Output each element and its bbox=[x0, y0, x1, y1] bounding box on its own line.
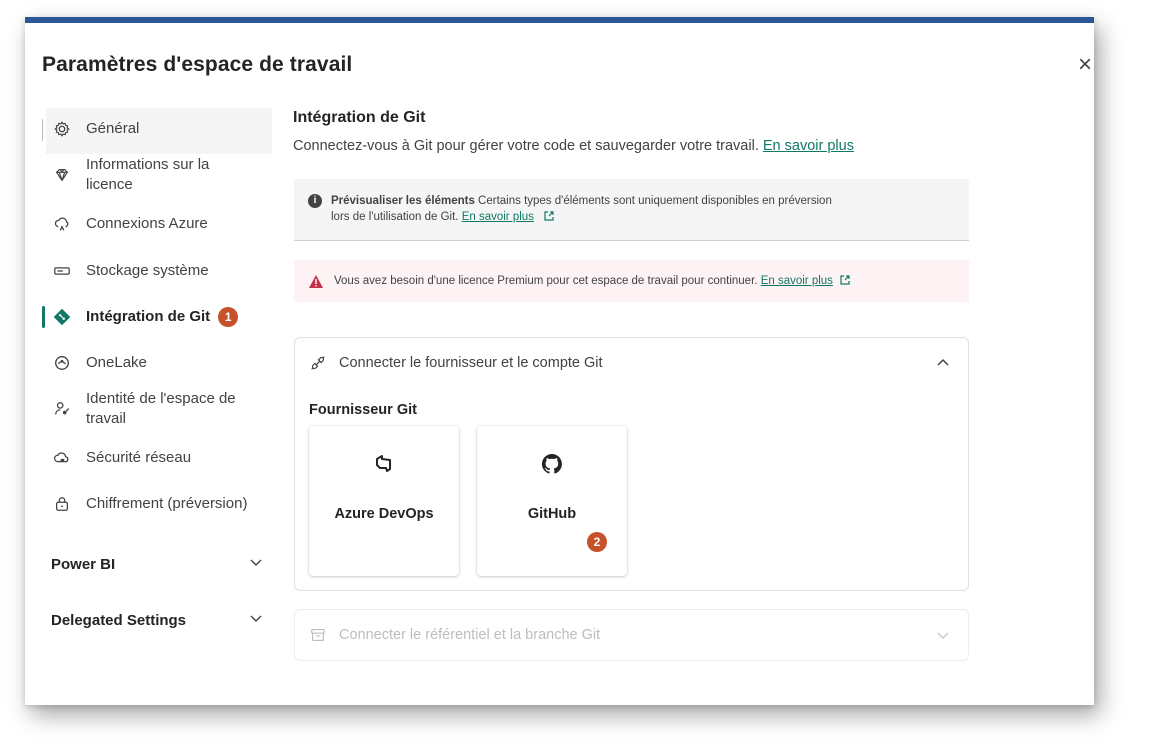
sidebar-item-label: Général bbox=[86, 120, 140, 137]
plug-icon bbox=[309, 354, 327, 372]
sidebar-item-label: Stockage système bbox=[86, 262, 209, 279]
sidebar-item-general[interactable]: Général bbox=[42, 119, 139, 139]
provider-github[interactable]: GitHub 2 bbox=[477, 426, 627, 576]
warning-learn-more-link[interactable]: En savoir plus bbox=[761, 275, 833, 287]
git-icon bbox=[52, 307, 72, 327]
provider-label-text: Azure DevOps bbox=[334, 506, 434, 522]
connect-provider-card: Connecter le fournisseur et le compte Gi… bbox=[294, 337, 969, 591]
diamond-icon bbox=[52, 165, 72, 185]
gear-icon bbox=[52, 119, 72, 139]
info-title: Prévisualiser les éléments bbox=[331, 195, 475, 207]
azure-devops-icon bbox=[309, 452, 459, 474]
learn-more-link[interactable]: En savoir plus bbox=[763, 138, 854, 154]
storage-icon bbox=[52, 261, 72, 281]
section-power-bi[interactable]: Power BI bbox=[51, 555, 263, 573]
chevron-down-icon bbox=[249, 555, 263, 573]
provider-azure-devops[interactable]: Azure DevOps bbox=[309, 426, 459, 576]
info-text: Certains types d'éléments sont uniquemen… bbox=[478, 195, 832, 207]
card-header[interactable]: Connecter le fournisseur et le compte Gi… bbox=[309, 354, 603, 372]
sidebar-item-network-security[interactable]: Sécurité réseau bbox=[42, 448, 191, 468]
section-label: Power BI bbox=[51, 555, 116, 573]
provider-label: Fournisseur Git bbox=[309, 402, 417, 418]
external-link-icon[interactable] bbox=[839, 274, 851, 289]
github-icon bbox=[477, 452, 627, 476]
dialog-title: Paramètres d'espace de travail bbox=[42, 53, 353, 76]
preview-info-banner: i Prévisualiser les éléments Certains ty… bbox=[294, 179, 969, 241]
warning-text: Vous avez besoin d'une licence Premium p… bbox=[334, 275, 758, 287]
sidebar-item-workspace-identity[interactable]: Identité de l'espace de travail bbox=[42, 389, 236, 429]
sidebar-item-onelake[interactable]: OneLake bbox=[42, 353, 147, 373]
external-link-icon[interactable] bbox=[543, 210, 555, 227]
workspace-settings-dialog: Paramètres d'espace de travail × Général… bbox=[25, 17, 1094, 705]
info-text-2: lors de l'utilisation de Git. bbox=[331, 211, 459, 223]
sidebar-item-label: Connexions Azure bbox=[86, 215, 208, 232]
sidebar-item-label: OneLake bbox=[86, 354, 147, 371]
provider-label-text: GitHub bbox=[527, 506, 577, 522]
chevron-down-icon bbox=[936, 628, 950, 642]
sidebar-item-git-integration[interactable]: Intégration de Git 1 bbox=[42, 307, 239, 327]
sidebar-item-label: Chiffrement (préversion) bbox=[86, 495, 248, 512]
card-title: Connecter le fournisseur et le compte Gi… bbox=[339, 355, 603, 371]
section-label: Delegated Settings bbox=[51, 611, 187, 629]
repository-icon bbox=[309, 626, 327, 644]
sidebar-item-label: Sécurité réseau bbox=[86, 449, 192, 466]
card-title: Connecter le référentiel et la branche G… bbox=[339, 627, 601, 643]
step-badge: 2 bbox=[587, 532, 607, 552]
chevron-down-icon bbox=[249, 611, 263, 629]
sidebar-item-license[interactable]: Informations sur la licence bbox=[42, 155, 236, 195]
cloud-connect-icon bbox=[52, 214, 72, 234]
chevron-up-icon[interactable] bbox=[936, 356, 950, 375]
section-delegated-settings[interactable]: Delegated Settings bbox=[51, 611, 263, 629]
close-button[interactable]: × bbox=[1073, 53, 1097, 77]
onelake-icon bbox=[52, 353, 72, 373]
cloud-lock-icon bbox=[52, 448, 72, 468]
info-icon: i bbox=[308, 194, 322, 208]
description-text: Connectez-vous à Git pour gérer votre co… bbox=[293, 138, 759, 154]
premium-warning-banner: Vous avez besoin d'une licence Premium p… bbox=[294, 260, 969, 302]
page-title: Intégration de Git bbox=[293, 109, 426, 126]
sidebar-item-label: Intégration de Git bbox=[86, 308, 211, 325]
person-key-icon bbox=[52, 399, 72, 419]
sidebar-item-system-storage[interactable]: Stockage système bbox=[42, 261, 209, 281]
connect-repo-card: Connecter le référentiel et la branche G… bbox=[294, 609, 969, 661]
step-badge: 1 bbox=[218, 307, 239, 327]
lock-icon bbox=[52, 494, 72, 514]
sidebar-item-label: Informations sur la licence bbox=[86, 156, 210, 193]
sidebar-item-azure-connections[interactable]: Connexions Azure bbox=[42, 214, 208, 234]
warning-icon bbox=[308, 274, 324, 289]
sidebar-item-encryption[interactable]: Chiffrement (préversion) bbox=[42, 494, 247, 514]
info-learn-more-link[interactable]: En savoir plus bbox=[462, 211, 534, 223]
sidebar-item-label: Identité de l'espace de travail bbox=[86, 390, 236, 427]
page-description: Connectez-vous à Git pour gérer votre co… bbox=[293, 138, 854, 154]
